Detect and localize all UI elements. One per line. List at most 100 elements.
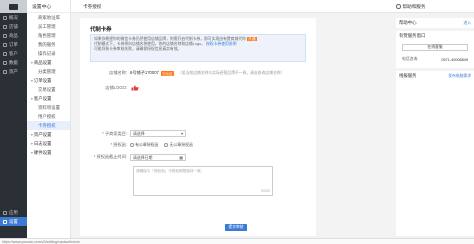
subnav-item[interactable]: 用户授权 — [27, 112, 70, 121]
radio-icon — [164, 143, 169, 147]
gear-icon — [3, 219, 7, 224]
nav-item-label: 资产 — [9, 68, 18, 74]
description-row: 请确保与「授权函」中授权期限保持一致。 0/200 — [133, 166, 273, 196]
online-service-button[interactable]: 在线客服 — [402, 44, 468, 51]
required-mark: * — [93, 154, 96, 159]
help-service-button[interactable]: 帮助和服务 — [396, 4, 425, 10]
subnav-item[interactable]: 卡券授权 — [27, 121, 70, 130]
category-select[interactable]: 请选择 ▾ — [130, 130, 186, 137]
help-center-title: 帮助中心 — [399, 20, 417, 25]
service-header: 有赞服务窗口 — [396, 31, 474, 41]
settings-subnav: 设置中心 商家地址库员工管理角色管理我的服务操作记录商品设置分类管理订单设置交易… — [27, 0, 71, 244]
apps-icon — [3, 210, 7, 215]
auth-option-unsealed[interactable]: 无公章授权函 — [164, 142, 193, 148]
auth-letter-row: * 授权函: 有公章授权函 无公章授权函 — [90, 142, 199, 148]
help-center-link[interactable]: 进入 — [463, 21, 471, 26]
subnav-header: 设置中心 — [27, 0, 70, 13]
shop-icon — [3, 24, 7, 29]
subnav-item[interactable]: 资料项设置 — [27, 103, 70, 112]
auth-letter-label: 授权函: — [113, 142, 127, 147]
subnav-item[interactable]: 分类管理 — [27, 67, 70, 76]
subnav-group[interactable]: 订单设置 — [27, 76, 70, 85]
main-nav: 概况店铺商品订单客户数据资产 应用设置 — [0, 0, 27, 244]
info-notice: 如果你希望你的微信卡券仍然使用店铺品牌，则需开启代制卡券，即可实现由有赞商城代你… — [90, 34, 306, 62]
subnav-item[interactable]: 操作记录 — [27, 49, 70, 58]
nav-item-label: 订单 — [9, 41, 18, 47]
nav-item-label: 店铺 — [9, 23, 18, 29]
notice-line-3: 可能导致卡券审核失败，请确保授权信息真实有效。 — [94, 47, 182, 52]
nav-item-apps[interactable]: 应用 — [0, 208, 27, 217]
required-mark: * — [110, 142, 113, 147]
subnav-item[interactable]: 商家地址库 — [27, 13, 70, 22]
auth-option-sealed[interactable]: 有公章授权函 — [130, 142, 158, 148]
store-logo-row: 店铺LOGO: — [90, 84, 139, 91]
news-link[interactable]: 发布电脑需求 — [448, 74, 471, 79]
nav-item-label: 数据 — [9, 59, 18, 65]
help-panel: 帮助中心 进入 有赞服务窗口 在线客服 电话咨询: 0571-40008849 … — [396, 18, 474, 236]
card-authorize-form: 代制卡券 如果你希望你的微信卡券仍然使用店铺品牌，则需开启代制卡券，即可实现由有… — [80, 18, 316, 236]
calendar-icon: ▦ — [179, 155, 183, 160]
description-text: 请确保与「授权函」中授权期限保持一致。 — [136, 168, 205, 173]
nav-item-order[interactable]: 订单 — [0, 40, 27, 49]
subnav-group[interactable]: 客户设置 — [27, 94, 70, 103]
help-center-header: 帮助中心 进入 — [396, 18, 474, 28]
notice-link[interactable]: 授权卡券使用说明 — [206, 42, 236, 46]
description-textarea[interactable]: 请确保与「授权函」中授权期限保持一致。 0/200 — [133, 166, 273, 196]
submit-review-button[interactable]: 提交审核 — [225, 224, 247, 231]
chevron-down-icon: ▾ — [181, 131, 183, 136]
help-icon — [396, 4, 401, 9]
news-header: 线报服务 发布电脑需求 — [396, 71, 474, 81]
nav-item-goods[interactable]: 商品 — [0, 31, 27, 40]
page-title: 卡券授权 — [83, 4, 102, 9]
nav-item-label: 应用 — [9, 209, 18, 215]
nav-item-user[interactable]: 客户 — [0, 49, 27, 58]
expire-row: * 授权函截止时间: 请选择日期 ▦ — [90, 154, 186, 161]
status-bar-url: https://www.youzan.com/v2/setting/cardau… — [0, 238, 474, 244]
subnav-item[interactable]: 角色管理 — [27, 31, 70, 40]
chart-icon — [3, 60, 7, 65]
store-name-value: 6号铺子170007 — [130, 70, 159, 75]
nav-item-gear[interactable]: 设置 — [0, 217, 27, 226]
phone-line: 电话咨询: 0571-40008849 — [396, 56, 474, 63]
char-counter: 0/200 — [261, 189, 270, 194]
nav-item-label: 商品 — [9, 32, 18, 38]
subnav-group[interactable]: 商品设置 — [27, 58, 70, 67]
help-service-label: 帮助和服务 — [402, 3, 426, 9]
section-title: 代制卡券 — [90, 27, 112, 33]
notice-highlight: 开通 — [246, 37, 257, 41]
subnav-item[interactable]: 我的服务 — [27, 40, 70, 49]
logo-mark — [9, 3, 18, 10]
store-logo-image — [130, 84, 139, 91]
store-logo-label: 店铺LOGO: — [105, 84, 127, 90]
subnav-group[interactable]: 硬件设置 — [27, 148, 70, 157]
home-icon — [3, 15, 7, 20]
nav-item-label: 客户 — [9, 50, 18, 56]
subnav-item[interactable]: 员工管理 — [27, 22, 70, 31]
subnav-item[interactable]: 交易设置 — [27, 85, 70, 94]
news-title: 线报服务 — [399, 73, 417, 78]
store-name-label: 店铺名称: — [109, 70, 127, 75]
top-header: 卡券授权 帮助和服务 — [71, 0, 474, 13]
expire-date-placeholder: 请选择日期 — [133, 154, 153, 160]
goods-icon — [3, 33, 7, 38]
app-logo[interactable] — [0, 0, 27, 13]
wallet-icon — [3, 69, 7, 74]
category-label: 子商家类目: — [104, 130, 127, 136]
expire-date-picker[interactable]: 请选择日期 ▦ — [130, 154, 186, 161]
order-icon — [3, 42, 7, 47]
phone-label: 电话咨询: — [402, 57, 419, 61]
nav-item-chart[interactable]: 数据 — [0, 58, 27, 67]
subnav-group[interactable]: 日志设置 — [27, 139, 70, 148]
required-mark: * — [102, 130, 104, 136]
category-row: * 子商家类目: 请选择 ▾ — [90, 130, 186, 137]
nav-item-home[interactable]: 概况 — [0, 13, 27, 22]
service-title: 有赞服务窗口 — [399, 33, 426, 38]
store-name-hint: （若当前店铺名称与实际经营品牌不一致，请去修改店铺名称） — [178, 70, 285, 75]
nav-item-shop[interactable]: 店铺 — [0, 22, 27, 31]
nav-item-label: 概况 — [9, 14, 18, 20]
expire-label: 授权函截止时间: — [96, 154, 127, 159]
nav-item-wallet[interactable]: 资产 — [0, 67, 27, 76]
store-name-row: 店铺名称: 6号铺子170007 已认证 （若当前店铺名称与实际经营品牌不一致，… — [90, 70, 284, 76]
subnav-group[interactable]: 资产设置 — [27, 130, 70, 139]
user-icon — [3, 51, 7, 56]
